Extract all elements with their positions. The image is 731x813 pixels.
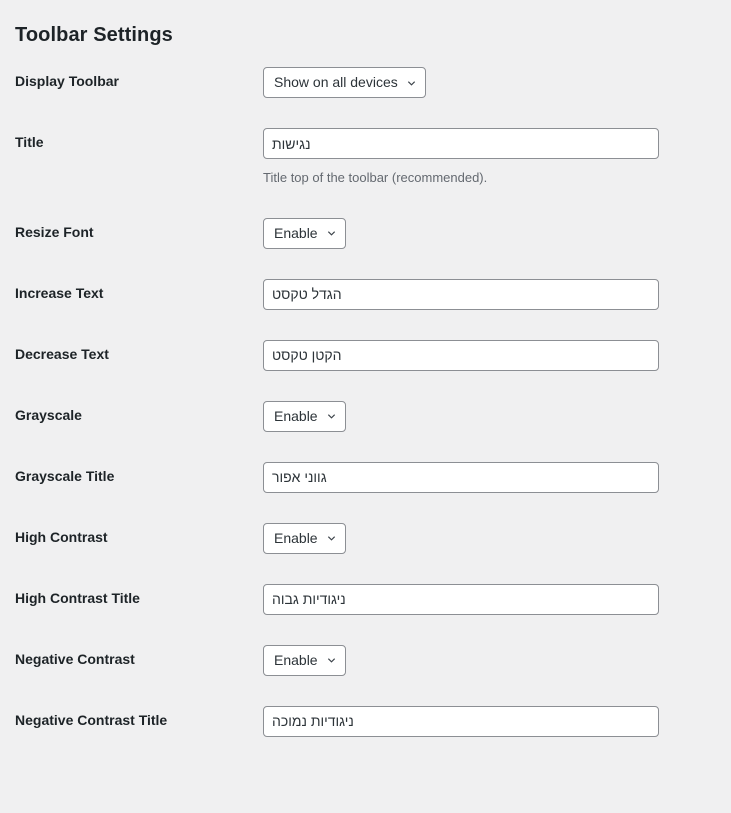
- field-wrap-grayscale: Enable: [263, 386, 731, 447]
- toolbar-settings-page: Toolbar Settings Display Toolbar Show on …: [0, 0, 731, 813]
- form-row-high_contrast_title: High Contrast Title: [0, 569, 731, 630]
- label-title: Title: [15, 134, 44, 150]
- label-grayscale_title: Grayscale Title: [15, 467, 115, 484]
- select-value-high_contrast: Enable: [274, 529, 318, 546]
- select-high_contrast[interactable]: Enable: [263, 522, 346, 554]
- field-wrap-high_contrast_title: [263, 569, 731, 630]
- label-high_contrast: High Contrast: [15, 528, 108, 545]
- select-value-display_toolbar: Show on all devices: [274, 74, 398, 90]
- select-resize_font[interactable]: Enable: [263, 217, 346, 249]
- input-high_contrast_title[interactable]: [263, 583, 659, 615]
- description-title: Title top of the toolbar (recommended).: [263, 170, 488, 185]
- select-grayscale[interactable]: Enable: [263, 400, 346, 432]
- label-high_contrast_title: High Contrast Title: [15, 589, 140, 606]
- field-wrap-negative_contrast_title: [263, 691, 731, 752]
- form-row-title: Title Title top of the toolbar (recommend…: [0, 113, 731, 203]
- label-resize_font: Resize Font: [15, 223, 94, 240]
- field-wrap-negative_contrast: Enable: [263, 630, 731, 691]
- chevron-down-icon: [326, 228, 337, 239]
- label-decrease_text: Decrease Text: [15, 345, 109, 362]
- select-negative_contrast[interactable]: Enable: [263, 644, 346, 676]
- settings-form: Display ToolbarShow on all devicesTitleT…: [0, 52, 731, 752]
- label-negative_contrast_title: Negative Contrast Title: [15, 711, 168, 728]
- select-value-resize_font: Enable: [274, 224, 318, 241]
- chevron-down-icon: [326, 533, 337, 544]
- select-display_toolbar[interactable]: Show on all devices: [263, 67, 426, 98]
- field-wrap-grayscale_title: [263, 447, 731, 508]
- label-display_toolbar: Display Toolbar: [15, 73, 119, 89]
- input-grayscale_title[interactable]: [263, 461, 659, 493]
- form-row-grayscale_title: Grayscale Title: [0, 447, 731, 508]
- field-wrap-display_toolbar: Show on all devices: [263, 52, 731, 113]
- form-row-negative_contrast_title: Negative Contrast Title: [0, 691, 731, 752]
- label-grayscale: Grayscale: [15, 406, 82, 423]
- field-wrap-increase_text: [263, 264, 731, 325]
- form-row-grayscale: Grayscale Enable: [0, 386, 731, 447]
- select-value-negative_contrast: Enable: [274, 651, 318, 668]
- input-increase_text[interactable]: [263, 278, 659, 310]
- field-wrap-high_contrast: Enable: [263, 508, 731, 569]
- select-value-grayscale: Enable: [274, 407, 318, 424]
- input-decrease_text[interactable]: [263, 339, 659, 371]
- form-row-increase_text: Increase Text: [0, 264, 731, 325]
- form-row-high_contrast: High Contrast Enable: [0, 508, 731, 569]
- form-row-decrease_text: Decrease Text: [0, 325, 731, 386]
- chevron-down-icon: [326, 655, 337, 666]
- field-wrap-decrease_text: [263, 325, 731, 386]
- form-row-display_toolbar: Display Toolbar Show on all devices: [0, 52, 731, 113]
- input-title[interactable]: [263, 128, 659, 159]
- label-increase_text: Increase Text: [15, 284, 104, 301]
- form-row-negative_contrast: Negative Contrast Enable: [0, 630, 731, 691]
- page-title: Toolbar Settings: [15, 24, 173, 47]
- field-wrap-resize_font: Enable: [263, 203, 731, 264]
- form-row-resize_font: Resize Font Enable: [0, 203, 731, 264]
- chevron-down-icon: [406, 78, 417, 89]
- chevron-down-icon: [326, 411, 337, 422]
- input-negative_contrast_title[interactable]: [263, 705, 659, 737]
- field-wrap-title: Title top of the toolbar (recommended).: [263, 113, 731, 203]
- label-negative_contrast: Negative Contrast: [15, 650, 135, 667]
